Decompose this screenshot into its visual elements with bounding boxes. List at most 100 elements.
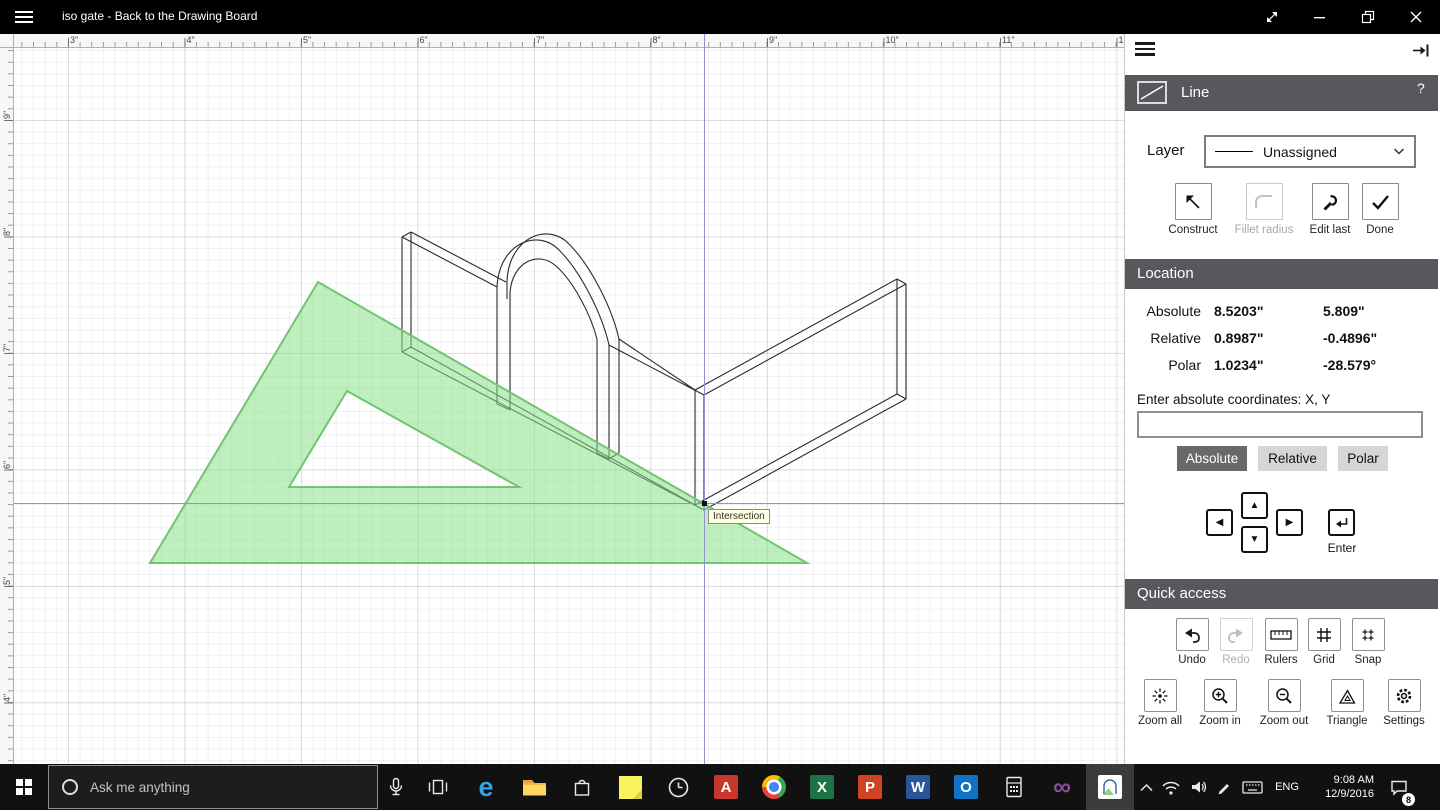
triangle-button[interactable]: Triangle [1319,679,1375,727]
taskbar: e A X P W O [0,764,1440,810]
tool-panel: Line ? Layer Unassigned Construct Fillet [1124,34,1440,764]
taskbar-app-file-explorer[interactable] [510,764,558,810]
tray-keyboard-button[interactable] [1238,764,1266,810]
close-icon [1409,10,1423,24]
chevron-up-icon [1139,782,1154,793]
taskbar-app-visual-studio[interactable]: ∞ [1038,764,1086,810]
redo-icon [1227,626,1245,644]
zoom-in-icon [1211,687,1229,705]
coordinate-row: Absolute 8.5203" 5.809" [1125,298,1438,325]
ruler-label: 8" [2,227,12,235]
ruler-label: 5" [2,577,12,585]
microphone-button[interactable] [378,764,414,810]
snap-tooltip: Intersection [708,509,770,524]
search-box[interactable] [48,765,378,809]
ruler-label: 5" [303,35,311,45]
search-input[interactable] [90,780,330,795]
gate-wireframe-drawing [14,48,1124,764]
file-explorer-icon [522,777,547,797]
start-button[interactable] [0,764,48,810]
zoom-out-button[interactable]: Zoom out [1256,679,1312,727]
coordinate-row: Relative 0.8987" -0.4896" [1125,325,1438,352]
grid-icon [1315,626,1333,644]
ruler-label: 4" [187,35,195,45]
left-ruler: 9" 8" 7" 6" 5" 4" [0,48,14,764]
dock-panel-button[interactable] [1411,42,1431,64]
tray-clock[interactable]: 9:08 AM 12/9/2016 [1308,764,1380,810]
mode-relative-button[interactable]: Relative [1258,446,1327,471]
coordinates-input[interactable] [1137,411,1423,438]
polar-angle-value: -28.579° [1323,352,1376,379]
edit-last-button[interactable] [1312,183,1349,220]
taskbar-app-outlook[interactable]: O [942,764,990,810]
touch-keyboard-icon [1242,780,1263,795]
tray-expand-button[interactable] [1136,764,1156,810]
arrow-right-icon: ▶ [1286,517,1294,528]
snap-point-marker [702,501,707,506]
settings-button[interactable]: Settings [1376,679,1432,727]
notification-badge: 8 [1402,793,1415,806]
task-view-button[interactable] [414,764,462,810]
snap-button[interactable]: Snap [1340,618,1396,666]
title-bar: iso gate - Back to the Drawing Board [0,0,1440,34]
close-button[interactable] [1392,0,1440,34]
store-icon [572,777,592,798]
construct-icon [1183,192,1203,212]
ruler-label: 6" [420,35,428,45]
tray-date: 12/9/2016 [1325,787,1374,801]
action-center-button[interactable]: 8 [1382,764,1416,810]
minimize-button[interactable] [1296,0,1344,34]
snap-icon [1359,626,1377,644]
tray-pen-button[interactable] [1212,764,1236,810]
enter-button[interactable] [1328,509,1355,536]
clock-app-icon [667,776,690,799]
construct-button[interactable] [1175,183,1212,220]
app-menu-icon[interactable] [15,11,33,23]
nudge-down-button[interactable]: ▼ [1241,526,1268,553]
ruler-label: 1 [1119,35,1124,45]
ruler-label: 3" [70,35,78,45]
taskbar-app-store[interactable] [558,764,606,810]
tray-volume-button[interactable] [1186,764,1212,810]
done-button[interactable] [1362,183,1399,220]
taskbar-app-excel[interactable]: X [798,764,846,810]
tray-network-button[interactable] [1158,764,1184,810]
crosshair-vertical [704,34,705,764]
taskbar-app-word[interactable]: W [894,764,942,810]
taskbar-app-red[interactable]: A [702,764,750,810]
restore-button[interactable] [1344,0,1392,34]
fullscreen-icon [1264,9,1280,25]
nudge-left-button[interactable]: ◀ [1206,509,1233,536]
taskbar-app-chrome[interactable] [750,764,798,810]
ruler-label: 4" [2,693,12,701]
absolute-x-value: 8.5203" [1214,298,1263,325]
ruler-label: 7" [2,344,12,352]
zoom-in-button[interactable]: Zoom in [1192,679,1248,727]
mode-absolute-button[interactable]: Absolute [1177,446,1247,471]
taskbar-app-sticky-notes[interactable] [606,764,654,810]
ruler-label: 7" [536,35,544,45]
nudge-right-button[interactable]: ▶ [1276,509,1303,536]
chrome-icon [762,775,786,799]
taskbar-app-edge[interactable]: e [462,764,510,810]
language-indicator[interactable]: ENG [1268,764,1306,810]
taskbar-app-drawing-board[interactable] [1086,764,1134,810]
outlook-icon: O [954,775,978,799]
taskbar-app-powerpoint[interactable]: P [846,764,894,810]
line-tool-icon [1137,81,1167,104]
layer-dropdown[interactable]: Unassigned [1204,135,1416,168]
help-button[interactable]: ? [1417,80,1425,96]
nudge-up-button[interactable]: ▲ [1241,492,1268,519]
quick-access-header: Quick access [1125,579,1438,609]
panel-menu-icon[interactable] [1135,42,1155,56]
excel-icon: X [810,775,834,799]
taskbar-app-calculator[interactable] [990,764,1038,810]
mode-polar-button[interactable]: Polar [1338,446,1388,471]
location-title: Location [1137,265,1194,282]
zoom-all-button[interactable]: Zoom all [1132,679,1188,727]
taskbar-app-clock[interactable] [654,764,702,810]
absolute-label: Absolute [1125,298,1201,325]
fillet-radius-button[interactable] [1246,183,1283,220]
relative-y-value: -0.4896" [1323,325,1377,352]
fullscreen-button[interactable] [1248,0,1296,34]
